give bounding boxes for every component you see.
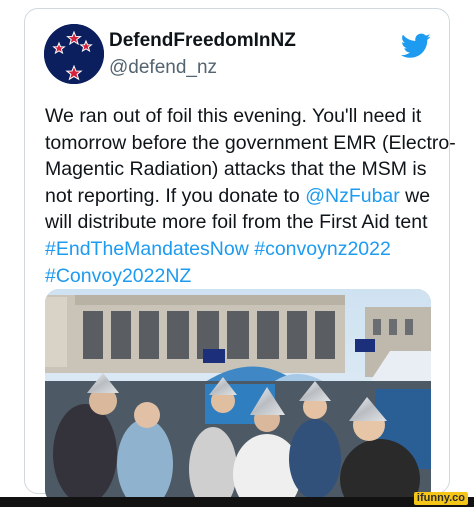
nz-flag-stars-icon — [44, 24, 104, 84]
hashtag-link[interactable]: #convoynz2022 — [254, 238, 391, 260]
tweet-card: DefendFreedomInNZ @defend_nz We ran out … — [24, 8, 456, 504]
tweet-text-line: #EndTheMandatesNow #convoynz2022 — [45, 236, 445, 263]
footer-bar — [0, 497, 474, 507]
hashtag-link[interactable]: #EndTheMandatesNow — [45, 238, 249, 260]
mention-link[interactable]: @NzFubar — [305, 185, 400, 207]
protest-photo-foil-hats — [45, 289, 431, 504]
tweet-text-segment: tomorrow before the government EMR (Elec… — [45, 131, 456, 154]
user-handle[interactable]: @defend_nz — [109, 57, 217, 79]
hashtag-link[interactable]: #Convoy2022NZ — [45, 265, 191, 287]
display-name[interactable]: DefendFreedomInNZ — [109, 30, 296, 52]
tweet-text: We ran out of foil this evening. You'll … — [45, 103, 456, 290]
tweet-text-line: We ran out of foil this evening. You'll … — [45, 103, 445, 130]
tweet-text-line: not reporting. If you donate to @NzFubar… — [45, 183, 445, 210]
tweet-text-segment: Magentic Radiation) attacks that the MSM… — [45, 158, 427, 181]
tweet-photo[interactable] — [45, 289, 431, 504]
tweet-text-line: will distribute more foil from the First… — [45, 209, 445, 236]
twitter-bird-icon[interactable] — [400, 33, 431, 59]
tweet-text-segment: will distribute more foil from the First… — [45, 211, 428, 234]
avatar[interactable] — [44, 24, 104, 84]
tweet-text-segment: We ran out of foil this evening. You'll … — [45, 105, 422, 127]
tweet-text-segment: we — [399, 184, 431, 207]
tweet-text-line: tomorrow before the government EMR (Elec… — [45, 130, 456, 157]
watermark: ifunny.co — [413, 492, 468, 505]
tweet-text-line: Magentic Radiation) attacks that the MSM… — [45, 156, 445, 183]
tweet-text-line: #Convoy2022NZ — [45, 263, 445, 290]
tweet-text-segment: not reporting. If you donate to — [45, 184, 306, 207]
